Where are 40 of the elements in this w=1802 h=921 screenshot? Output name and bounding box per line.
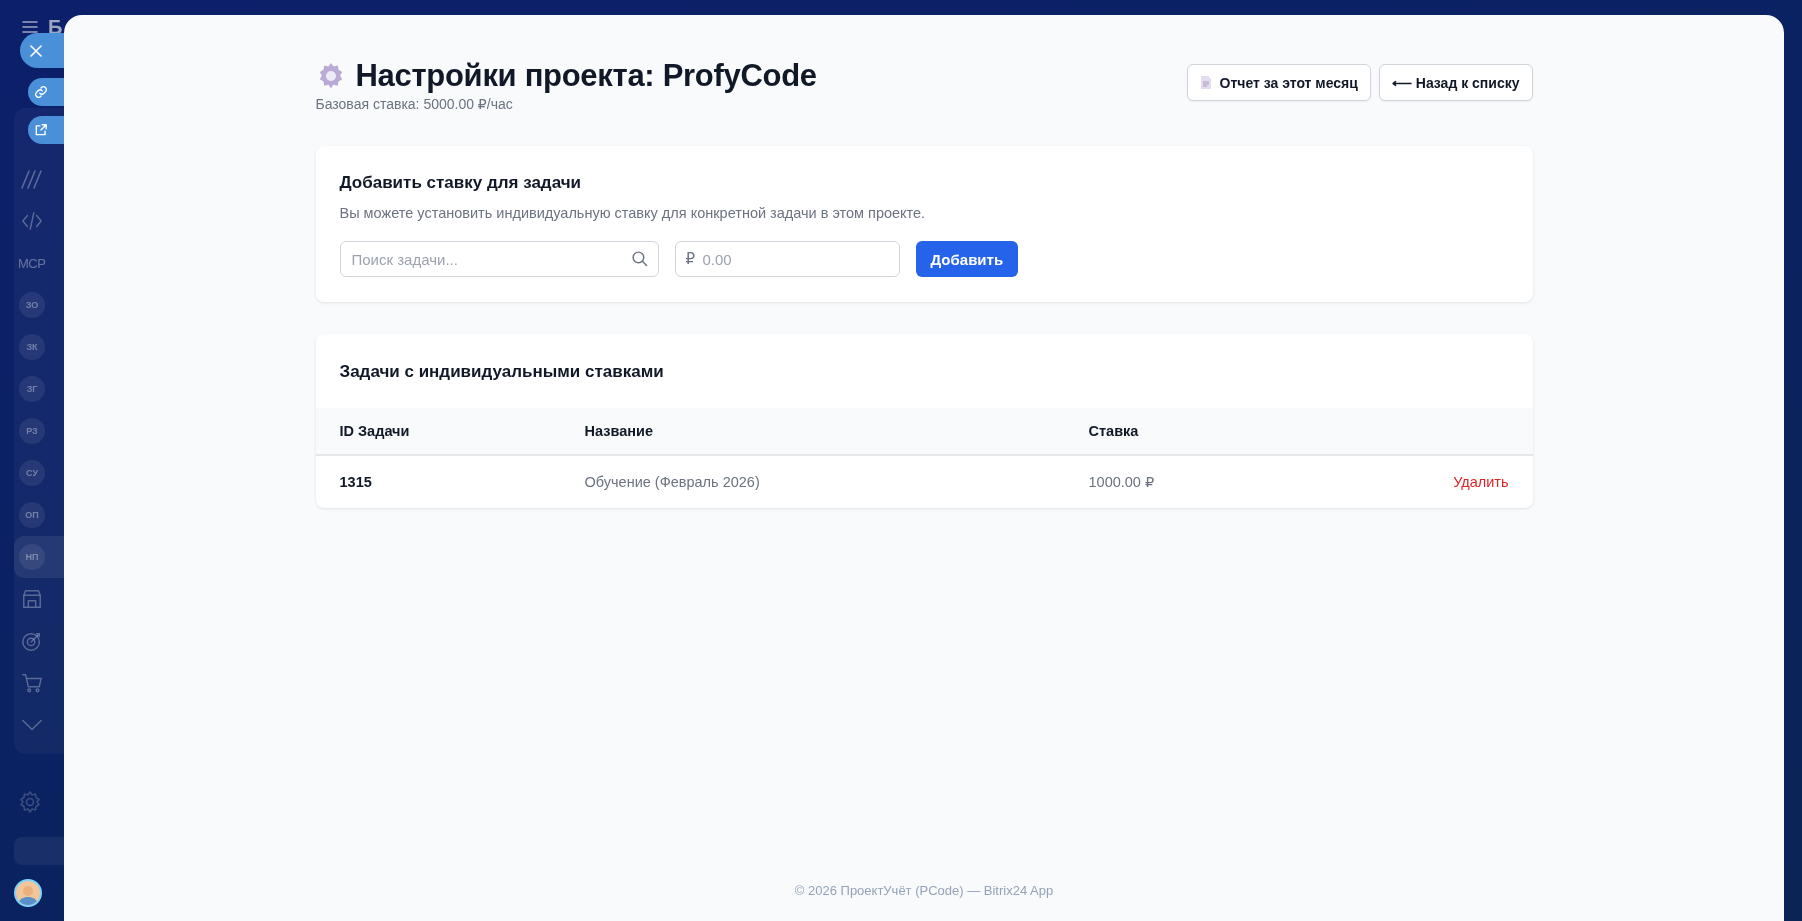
- add-button[interactable]: Добавить: [915, 241, 1019, 277]
- delete-link[interactable]: Удалить: [1453, 474, 1509, 490]
- currency-sign: ₽: [685, 250, 696, 268]
- user-avatar[interactable]: [14, 879, 42, 907]
- cart-icon: [21, 672, 43, 694]
- table-cell-text: 1000.00 ₽: [1087, 473, 1156, 492]
- card-title: Задачи с индивидуальными ставками: [338, 361, 665, 383]
- card-title: Добавить ставку для задачи: [339, 173, 582, 193]
- table-cell-text: 1315: [338, 473, 373, 492]
- gear-icon: [18, 790, 42, 814]
- sidebar-item[interactable]: СУ: [14, 452, 64, 494]
- sidebar-item[interactable]: РЗ: [14, 410, 64, 452]
- page-title: Настройки проекта: ProfyCode: [355, 58, 817, 94]
- sidebar-item[interactable]: ЗК: [14, 326, 64, 368]
- strokes-icon: [20, 168, 44, 190]
- search-icon: [630, 250, 648, 267]
- sidebar-item[interactable]: ЗО: [14, 284, 64, 326]
- task-search-field[interactable]: Поиск задачи...: [339, 241, 659, 277]
- column-header: Ставка: [1064, 408, 1373, 456]
- sidebar-item[interactable]: НП: [14, 536, 64, 578]
- back-button[interactable]: ⟵ Назад к списку: [1378, 64, 1533, 101]
- sidebar-item[interactable]: ОП: [14, 494, 64, 536]
- sidebar-item[interactable]: MCP: [14, 242, 64, 284]
- column-header: Название: [560, 408, 1065, 456]
- footer-text: © 2026 ПроектУчёт (PCode) — Bitrix24 App: [794, 883, 1054, 898]
- sidebar-item[interactable]: ЗГ: [14, 368, 64, 410]
- target-icon: [21, 630, 43, 652]
- base-rate-text: Базовая ставка: 5000.00 ₽/час: [315, 96, 514, 112]
- store-icon: [21, 588, 43, 610]
- code-icon: [20, 210, 44, 232]
- document-icon: [1199, 75, 1212, 90]
- chevron-down-icon: [21, 718, 43, 732]
- table-cell-text: Обучение (Февраль 2026): [583, 473, 761, 492]
- external-link-icon: [34, 123, 48, 137]
- menu-icon[interactable]: [22, 21, 38, 33]
- link-icon: [34, 85, 48, 99]
- report-button[interactable]: Отчет за этот месяц: [1186, 64, 1371, 101]
- column-header: ID Задачи: [315, 408, 561, 456]
- card-description: Вы можете установить индивидуальную ставку для конкретной задачи в этом проекте.: [339, 205, 927, 221]
- close-icon: [29, 44, 42, 57]
